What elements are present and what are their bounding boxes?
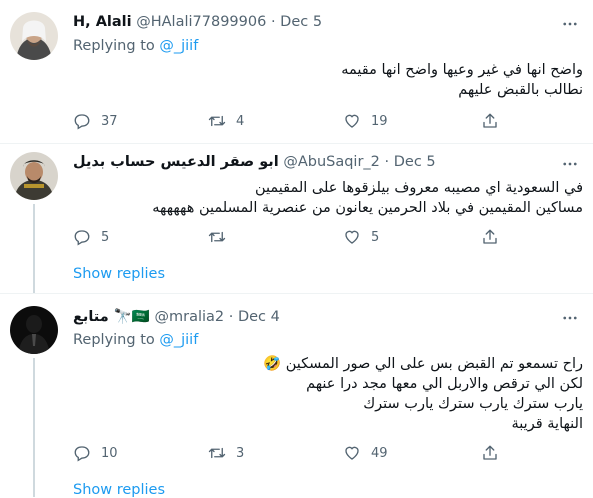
separator: ·	[384, 154, 390, 170]
more-icon[interactable]	[561, 15, 579, 33]
retweet-button[interactable]: 3	[208, 444, 244, 462]
more-icon[interactable]	[561, 155, 579, 173]
tweet-text-line: يارب سترك يارب سترك يارب سترك	[363, 396, 583, 412]
like-count: 19	[371, 113, 388, 129]
more-icon[interactable]	[561, 309, 579, 327]
tweet[interactable]: ابو صقر الدعيس حساب بديل @AbuSaqir_2 · D…	[0, 144, 593, 293]
replying-to-link[interactable]: @_jiif	[159, 38, 198, 54]
reply-icon	[73, 444, 91, 462]
retweet-icon	[208, 444, 226, 462]
tweet-header: متابع 🔭🇸🇦 @mralia2 · Dec 4	[73, 308, 280, 325]
reply-icon	[73, 112, 91, 130]
tweet-date[interactable]: Dec 5	[394, 154, 436, 170]
retweet-count: 3	[236, 445, 245, 461]
retweet-button[interactable]: 4	[208, 112, 244, 130]
avatar[interactable]	[10, 12, 58, 60]
tweet-text-line: النهاية قريبة	[511, 416, 583, 432]
tweet-text-line: في السعودية اي مصيبه معروف بيلزقوها على …	[254, 180, 583, 196]
show-replies-link[interactable]: Show replies	[73, 482, 165, 498]
user-handle[interactable]: @AbuSaqir_2	[283, 154, 380, 170]
tweet-text-line: لكن الي ترقص والاربل الي معها مجد درا عن…	[306, 376, 583, 392]
heart-icon	[343, 112, 361, 130]
avatar-image	[10, 12, 58, 60]
reply-count: 37	[101, 113, 118, 129]
heart-icon	[343, 444, 361, 462]
tweet-text: راح تسمعو تم القبض بس على الي صور المسكي…	[263, 354, 583, 434]
display-name[interactable]: H, Alali	[73, 14, 132, 30]
reply-icon	[73, 228, 91, 246]
tweet-text: في السعودية اي مصيبه معروف بيلزقوها على …	[152, 178, 583, 218]
like-button[interactable]: 5	[343, 228, 379, 246]
share-icon	[481, 112, 499, 130]
user-handle[interactable]: @HAlali77899906	[136, 14, 266, 30]
reply-count: 5	[101, 229, 110, 245]
share-icon	[481, 444, 499, 462]
like-button[interactable]: 19	[343, 112, 388, 130]
tweet[interactable]: متابع 🔭🇸🇦 @mralia2 · Dec 4 Replying to @…	[0, 294, 593, 498]
reply-count: 10	[101, 445, 118, 461]
tweet-actions: 10 3 49	[73, 444, 503, 464]
tweet-actions: 5 5	[73, 228, 503, 248]
share-button[interactable]	[481, 112, 509, 130]
tweet-text-line: واضح انها في غير وعيها واضح انها مقيمه	[341, 62, 583, 78]
replying-prefix: Replying to	[73, 38, 155, 54]
share-button[interactable]	[481, 444, 509, 462]
retweet-button[interactable]	[208, 228, 236, 246]
share-icon	[481, 228, 499, 246]
display-name[interactable]: ابو صقر الدعيس حساب بديل	[73, 154, 279, 170]
reply-button[interactable]: 37	[73, 112, 118, 130]
replying-to-link[interactable]: @_jiif	[159, 332, 198, 348]
thread-line	[33, 358, 35, 497]
avatar[interactable]	[10, 152, 58, 200]
user-handle[interactable]: @mralia2	[154, 309, 224, 325]
retweet-icon	[208, 112, 226, 130]
replying-to: Replying to @_jiif	[73, 38, 198, 54]
tweet-text-line: نطالب بالقبض عليهم	[458, 82, 583, 98]
replying-to: Replying to @_jiif	[73, 332, 198, 348]
share-button[interactable]	[481, 228, 509, 246]
retweet-icon	[208, 228, 226, 246]
tweet-text-line: راح تسمعو تم القبض بس على الي صور المسكي…	[263, 356, 583, 372]
display-name[interactable]: متابع 🔭🇸🇦	[73, 309, 150, 325]
like-count: 49	[371, 445, 388, 461]
tweet-header: H, Alali @HAlali77899906 · Dec 5	[73, 14, 322, 30]
tweet-actions: 37 4 19	[73, 112, 503, 132]
separator: ·	[228, 309, 234, 325]
tweet-text-line: مساكين المقيمين في بلاد الحرمين يعانون م…	[152, 200, 583, 216]
reply-button[interactable]: 10	[73, 444, 118, 462]
tweet[interactable]: H, Alali @HAlali77899906 · Dec 5 Replyin…	[0, 0, 593, 143]
separator: ·	[270, 14, 276, 30]
tweet-date[interactable]: Dec 5	[280, 14, 322, 30]
avatar[interactable]	[10, 306, 58, 354]
tweet-date[interactable]: Dec 4	[238, 309, 280, 325]
avatar-image	[10, 306, 58, 354]
like-button[interactable]: 49	[343, 444, 388, 462]
reply-button[interactable]: 5	[73, 228, 109, 246]
replying-prefix: Replying to	[73, 332, 155, 348]
retweet-count: 4	[236, 113, 245, 129]
tweet-text: واضح انها في غير وعيها واضح انها مقيمه ن…	[341, 60, 583, 100]
heart-icon	[343, 228, 361, 246]
show-replies-link[interactable]: Show replies	[73, 266, 165, 282]
like-count: 5	[371, 229, 380, 245]
tweet-header: ابو صقر الدعيس حساب بديل @AbuSaqir_2 · D…	[73, 154, 436, 170]
avatar-image	[10, 152, 58, 200]
thread-line	[33, 204, 35, 293]
